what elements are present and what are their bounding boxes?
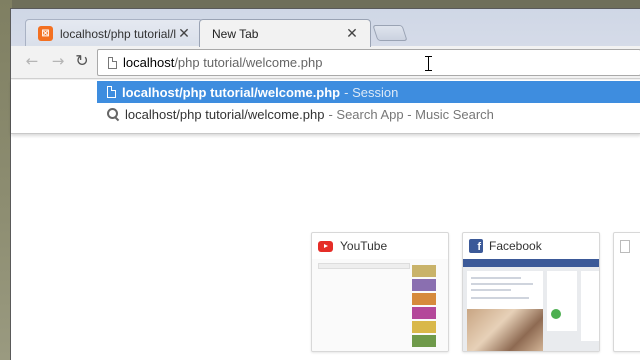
tile-title: Facebook [489,239,542,253]
tile-header: YouTube [312,233,448,259]
suggestion-description: - Search App - Music Search [328,106,494,122]
thumbnail-line [471,277,521,279]
page-icon [107,86,116,98]
facebook-thumbnail [463,259,599,351]
most-visited-tile-youtube[interactable]: YouTube [311,232,449,352]
thumbnail-line [471,297,529,299]
toolbar: ← → ↻ localhost/php tutorial/welcome.php [11,46,640,79]
tab-localhost[interactable]: ⊠ localhost/php tutorial/lo ✕ [25,19,203,47]
thumbnail-sidebar [547,271,577,331]
reload-icon[interactable]: ↻ [71,50,93,72]
forward-arrow-icon[interactable]: → [47,50,69,72]
facebook-icon: f [469,239,483,253]
tab-close-icon[interactable]: ✕ [344,26,360,42]
suggestion-item[interactable]: localhost/php tutorial/welcome.php - Ses… [97,81,640,103]
url-host: localhost [123,55,175,70]
tab-close-icon[interactable]: ✕ [176,26,192,42]
omnibox-suggestions: localhost/php tutorial/welcome.php - Ses… [11,80,640,134]
thumbnail-right-column [581,271,599,341]
browser-window: ⊠ localhost/php tutorial/lo ✕ New Tab ✕ … [10,8,640,360]
suggestion-item[interactable]: localhost/php tutorial/welcome.php - Sea… [97,103,640,125]
tab-new-tab[interactable]: New Tab ✕ [199,19,371,47]
thumbnail-line [471,283,533,285]
back-arrow-icon[interactable]: ← [21,50,43,72]
address-bar-text[interactable]: localhost/php tutorial/welcome.php [123,55,322,70]
text-cursor-icon [425,56,435,71]
tile-header [614,233,640,259]
most-visited-tile-partial[interactable] [613,232,640,352]
thumbnail-photo [467,309,543,351]
youtube-thumbnail [312,259,448,351]
most-visited-tile-facebook[interactable]: f Facebook [462,232,600,352]
suggestion-description: - Session [344,84,399,100]
tile-header: f Facebook [463,233,599,259]
address-bar[interactable]: localhost/php tutorial/welcome.php [97,49,640,76]
thumbnail-search-bar [318,263,410,269]
thumbnail-line [471,289,511,291]
tab-title: localhost/php tutorial/lo [60,26,176,41]
tab-title: New Tab [212,26,259,41]
search-icon [107,108,119,120]
youtube-icon [318,240,333,252]
thumbnail-video-column [412,265,436,351]
xampp-favicon-icon: ⊠ [38,26,53,41]
page-icon [108,56,117,69]
tile-title: YouTube [340,239,388,253]
thumbnail-badge [551,309,561,319]
new-tab-button[interactable] [372,25,408,41]
blank-page-icon [620,239,630,253]
thumbnail-blue-bar [463,259,599,267]
url-path: /php tutorial/welcome.php [174,55,323,70]
suggestion-url: localhost/php tutorial/welcome.php [125,106,325,122]
tab-strip: ⊠ localhost/php tutorial/lo ✕ New Tab ✕ [11,9,640,47]
suggestion-url: localhost/php tutorial/welcome.php [122,84,341,100]
